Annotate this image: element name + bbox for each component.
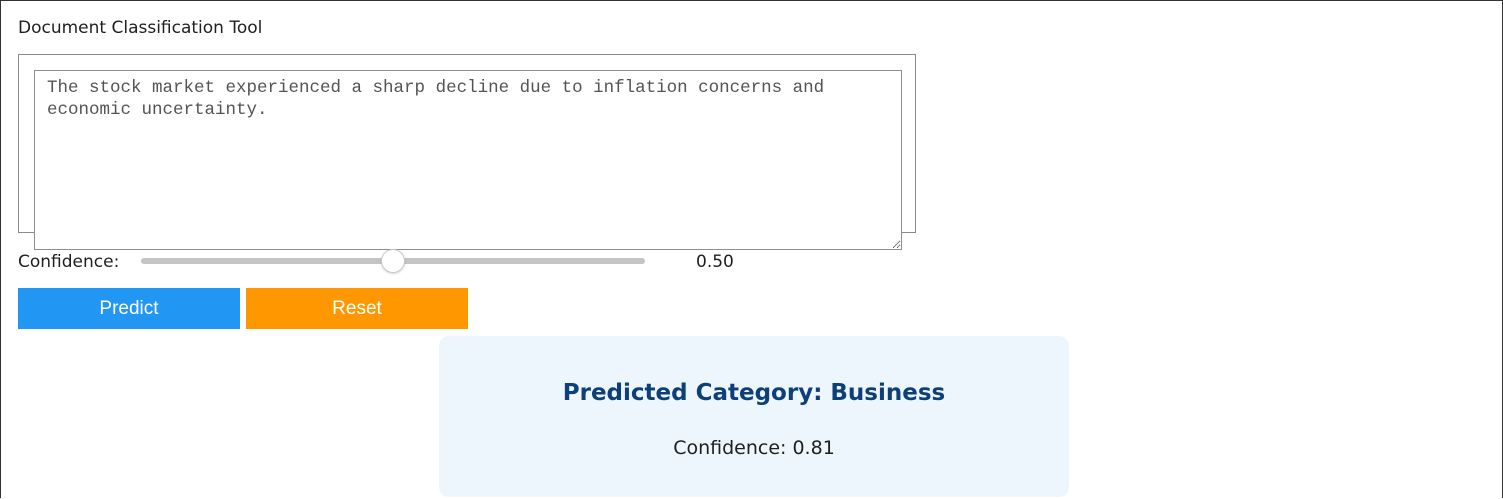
predicted-category: Predicted Category: Business xyxy=(562,380,946,406)
confidence-label: Confidence: xyxy=(18,252,120,272)
result-confidence: Confidence: 0.81 xyxy=(673,437,835,459)
document-textarea[interactable] xyxy=(34,70,902,250)
predict-button[interactable]: Predict xyxy=(18,288,240,329)
confidence-slider-thumb[interactable] xyxy=(381,249,405,273)
app-title: Document Classification Tool xyxy=(18,18,263,38)
app-window: Document Classification Tool Confidence:… xyxy=(0,0,1503,498)
result-card: Predicted Category: Business Confidence:… xyxy=(439,336,1069,497)
reset-button[interactable]: Reset xyxy=(246,288,468,329)
confidence-value: 0.50 xyxy=(696,252,734,272)
